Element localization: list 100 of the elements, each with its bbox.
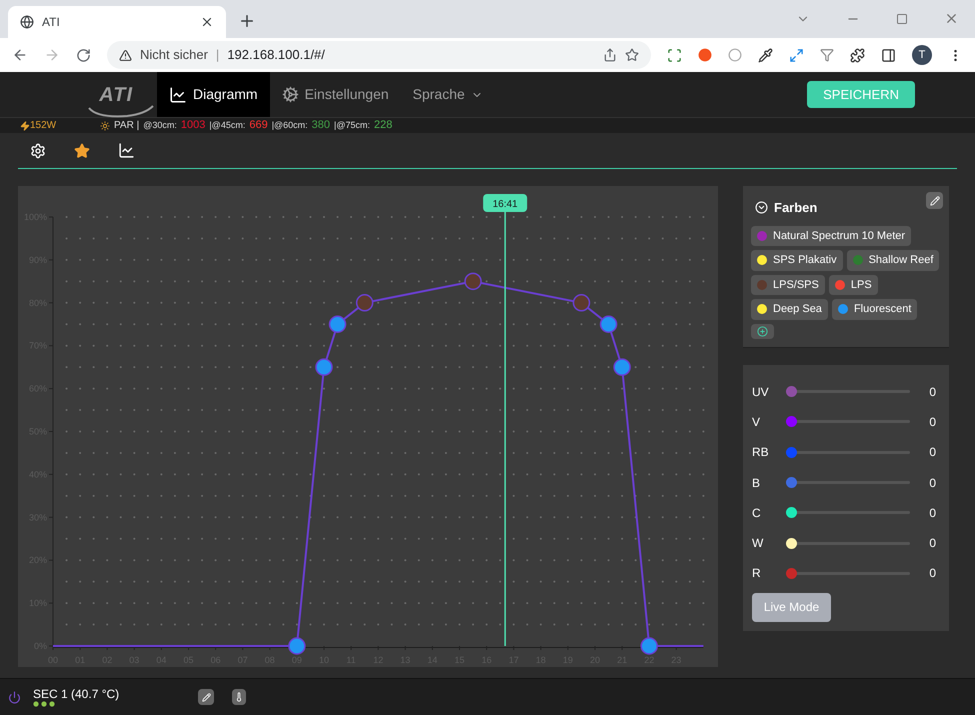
color-preset[interactable]: Shallow Reef <box>846 250 940 270</box>
screenshot-icon[interactable] <box>667 48 682 62</box>
channel-value: 0 <box>929 414 937 431</box>
gears-icon <box>282 86 299 103</box>
tab-title: ATI <box>42 14 61 30</box>
filter-icon[interactable] <box>820 48 834 62</box>
pencil-icon <box>202 692 210 702</box>
url-separator: | <box>216 46 220 64</box>
depth-label: @30cm: <box>143 118 177 132</box>
par-value: 228 <box>374 118 392 134</box>
device-name: SEC 1 (40.7 °C) <box>33 687 120 701</box>
depth-label: |@45cm: <box>209 118 246 132</box>
chart-icon <box>169 86 187 104</box>
status-dots-icon <box>33 701 55 707</box>
channel-label: UV <box>752 384 770 401</box>
channel-value: 0 <box>929 504 937 522</box>
curve-point[interactable] <box>288 637 306 655</box>
channel-slider[interactable] <box>786 386 910 398</box>
channel-label: V <box>752 414 762 431</box>
channel-label: W <box>752 535 764 552</box>
slider-thumb[interactable] <box>786 538 797 549</box>
url-field[interactable]: Nicht sicher | 192.168.100.1/#/ <box>107 41 651 69</box>
slider-thumb[interactable] <box>786 568 797 579</box>
slider-thumb[interactable] <box>786 386 797 398</box>
nav-tab[interactable]: Sprache <box>400 72 495 117</box>
curve-point[interactable] <box>600 316 618 333</box>
channel-slider[interactable] <box>786 416 910 428</box>
reload-icon[interactable] <box>76 48 91 62</box>
share-icon[interactable] <box>603 48 617 62</box>
color-preset[interactable]: Natural Spectrum 10 Meter <box>751 226 912 246</box>
temperature-button[interactable] <box>232 689 246 705</box>
browser-tab[interactable]: ATI <box>8 6 226 38</box>
color-preset[interactable]: LPS/SPS <box>751 274 825 295</box>
profile-avatar[interactable]: T <box>912 45 932 65</box>
close-icon[interactable] <box>200 15 214 29</box>
par-label: PAR | <box>114 119 140 133</box>
panel-title: Farben <box>774 199 818 217</box>
pencil-icon <box>930 196 940 206</box>
settings-icon[interactable] <box>30 142 46 158</box>
color-preset[interactable]: Fluorescent <box>832 299 918 320</box>
channel-slider[interactable] <box>786 477 910 488</box>
add-icon <box>757 326 768 336</box>
collapse-icon[interactable] <box>755 201 768 214</box>
url-text: 192.168.100.1/#/ <box>227 46 325 64</box>
depth-label: |@60cm: <box>272 118 308 132</box>
warning-icon <box>119 48 132 62</box>
color-preset[interactable]: SPS Plakativ <box>751 250 843 270</box>
power-reading: 152W <box>30 119 58 133</box>
power-icon <box>20 120 30 130</box>
depth-label: |@75cm: <box>334 118 370 132</box>
par-value: 669 <box>249 118 268 134</box>
channel-slider[interactable] <box>786 446 910 458</box>
channel-value: 0 <box>929 565 937 582</box>
par-value: 1003 <box>180 118 206 134</box>
par-value: 380 <box>312 118 330 134</box>
curve-point[interactable] <box>315 358 333 376</box>
channel-value: 0 <box>929 535 937 552</box>
channel-slider[interactable] <box>786 538 910 549</box>
channel-label: RB <box>752 444 770 462</box>
forward-icon[interactable] <box>44 47 60 63</box>
curve-point[interactable] <box>328 316 346 333</box>
extension-icon[interactable] <box>698 48 712 62</box>
nav-tab[interactable]: Einstellungen <box>270 72 401 117</box>
current-time-label: 16:41 <box>483 194 528 212</box>
power-icon[interactable] <box>8 690 21 704</box>
channel-slider[interactable] <box>786 568 910 579</box>
channel-value: 0 <box>929 474 937 492</box>
new-tab-icon[interactable] <box>238 12 256 30</box>
channel-value: 0 <box>929 384 937 401</box>
star-icon[interactable] <box>74 142 90 158</box>
color-preset[interactable]: LPS <box>828 274 878 295</box>
curve-point[interactable] <box>640 637 658 655</box>
slider-thumb[interactable] <box>786 477 797 488</box>
edit-button[interactable] <box>926 192 943 209</box>
extension-icon[interactable] <box>728 48 742 62</box>
nav-tab[interactable]: Diagramm <box>157 72 270 117</box>
color-preset[interactable]: Deep Sea <box>751 299 828 320</box>
extensions-icon[interactable] <box>850 48 865 62</box>
maximize-icon[interactable] <box>896 12 908 24</box>
eyedropper-icon[interactable] <box>758 48 773 62</box>
channel-value: 0 <box>929 444 937 462</box>
logo: ATI <box>0 72 157 117</box>
channel-slider[interactable] <box>786 507 910 518</box>
chart-icon[interactable] <box>118 142 135 159</box>
side-panel-icon[interactable] <box>881 48 896 62</box>
slider-thumb[interactable] <box>786 446 797 458</box>
curve-point[interactable] <box>613 358 631 376</box>
slider-thumb[interactable] <box>786 507 797 518</box>
edit-button[interactable] <box>198 689 214 705</box>
channel-label: C <box>752 504 762 522</box>
add-preset-button[interactable] <box>751 324 774 338</box>
sun-icon <box>100 120 110 130</box>
bookmark-icon[interactable] <box>625 48 639 62</box>
resize-icon[interactable] <box>789 48 804 62</box>
channel-label: B <box>752 474 762 492</box>
thermometer-icon <box>234 692 244 702</box>
slider-thumb[interactable] <box>786 416 797 428</box>
back-icon[interactable] <box>12 47 28 63</box>
security-label: Nicht sicher <box>140 46 208 64</box>
channel-label: R <box>752 565 762 582</box>
